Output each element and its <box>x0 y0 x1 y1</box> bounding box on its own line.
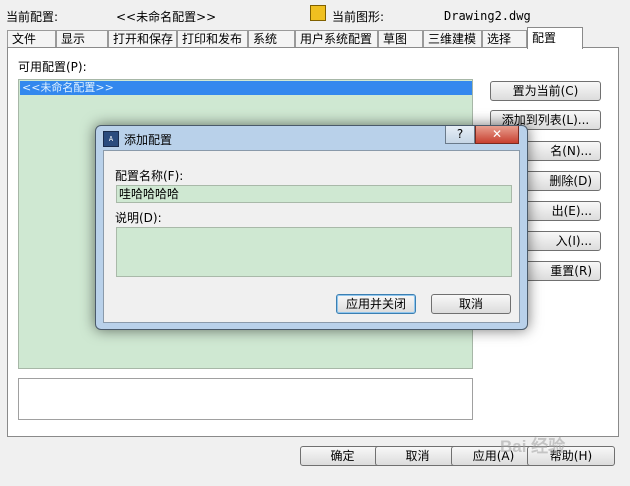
cancel-button[interactable]: 取消 <box>375 446 460 466</box>
dialog-cancel-button[interactable]: 取消 <box>431 294 511 314</box>
tab-plot-publish[interactable]: 打印和发布 <box>177 30 248 48</box>
tab-open-save[interactable]: 打开和保存 <box>108 30 177 48</box>
tab-system[interactable]: 系统 <box>248 30 295 48</box>
set-current-button[interactable]: 置为当前(C) <box>490 81 601 101</box>
profile-description-box <box>18 378 473 420</box>
current-config-value: <<未命名配置>> <box>116 10 217 24</box>
tab-drafting[interactable]: 草图 <box>378 30 423 48</box>
current-config-label: 当前配置: <box>6 10 59 24</box>
profile-name-label: 配置名称(F): <box>115 169 184 183</box>
header-bar: 当前配置: <<未命名配置>> 当前图形: Drawing2.dwg <box>0 0 630 28</box>
current-drawing-label: 当前图形: <box>332 10 385 24</box>
profile-name-field[interactable]: 哇哈哈哈哈 <box>116 185 512 203</box>
dialog-titlebar[interactable]: A 添加配置 ? ✕ <box>96 126 527 150</box>
dialog-body: 配置名称(F): 哇哈哈哈哈 说明(D): 应用并关闭 取消 <box>103 150 520 323</box>
help-icon[interactable]: ? <box>445 126 475 144</box>
available-profiles-label: 可用配置(P): <box>18 60 87 74</box>
dialog-title: 添加配置 <box>124 133 173 147</box>
tab-display[interactable]: 显示 <box>56 30 108 48</box>
app-icon: A <box>103 131 119 147</box>
apply-close-button[interactable]: 应用并关闭 <box>336 294 416 314</box>
add-profile-dialog: A 添加配置 ? ✕ 配置名称(F): 哇哈哈哈哈 说明(D): 应用并关闭 取… <box>95 125 528 330</box>
tab-profiles[interactable]: 配置 <box>527 27 583 49</box>
tab-selection[interactable]: 选择 <box>482 30 527 48</box>
current-drawing-value: Drawing2.dwg <box>444 9 531 23</box>
drawing-icon <box>310 5 326 21</box>
close-icon[interactable]: ✕ <box>475 126 519 144</box>
watermark-text: Bai 经验 <box>500 437 566 456</box>
tab-3d-modeling[interactable]: 三维建模 <box>423 30 482 48</box>
list-item[interactable]: <<未命名配置>> <box>20 81 472 95</box>
description-label: 说明(D): <box>115 211 162 225</box>
tab-user-preferences[interactable]: 用户系统配置 <box>295 30 378 48</box>
tab-files[interactable]: 文件 <box>7 30 56 48</box>
ok-button[interactable]: 确定 <box>300 446 385 466</box>
description-field[interactable] <box>116 227 512 277</box>
